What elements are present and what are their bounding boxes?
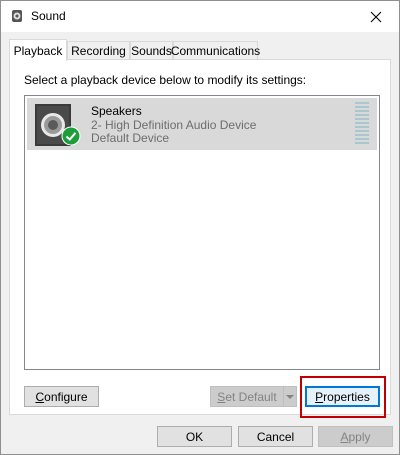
title-bar: Sound [1,1,399,32]
set-default-button[interactable]: Set Default [210,386,284,407]
tab-playback[interactable]: Playback [9,39,67,61]
tab-recording[interactable]: Recording [67,41,130,59]
ok-label: OK [185,429,204,444]
default-check-icon [61,126,81,146]
set-default-label: Set Default [217,389,277,404]
apply-button[interactable]: Apply [318,426,393,447]
close-icon [370,11,382,22]
sound-dialog: Sound Playback Recording Sounds Communic… [0,0,400,455]
tab-communications[interactable]: Communications [171,41,260,59]
device-item-speakers[interactable]: Speakers 2- High Definition Audio Device… [27,98,377,150]
configure-button[interactable]: Configure [24,386,99,407]
ok-button[interactable]: OK [157,426,232,447]
cancel-button[interactable]: Cancel [238,426,313,447]
instruction-text: Select a playback device below to modify… [24,73,307,87]
configure-label: Configure [35,389,88,404]
volume-meter [355,102,371,146]
tab-sounds[interactable]: Sounds [130,41,173,59]
device-status: Default Device [91,131,170,145]
apply-label: Apply [340,429,371,444]
set-default-dropdown[interactable] [283,386,297,407]
device-description: 2- High Definition Audio Device [91,118,257,132]
cancel-label: Cancel [256,429,295,444]
speaker-app-icon [12,10,22,22]
close-button[interactable] [353,1,399,32]
playback-panel: Select a playback device below to modify… [9,59,391,418]
chevron-down-icon [286,395,294,399]
device-name: Speakers [91,104,142,118]
device-list[interactable]: Speakers 2- High Definition Audio Device… [24,95,380,370]
highlight-box [300,376,386,418]
window-title: Sound [31,9,66,23]
